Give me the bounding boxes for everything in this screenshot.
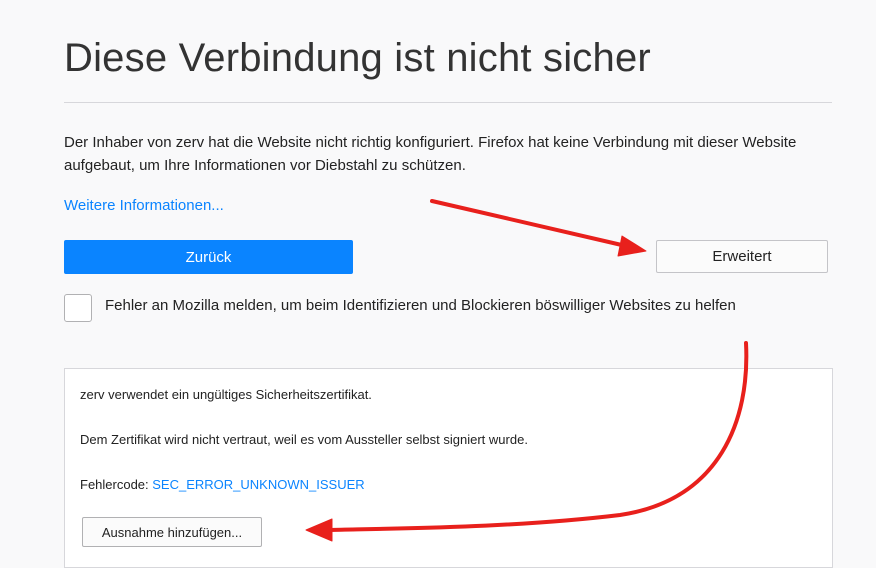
error-code-link[interactable]: SEC_ERROR_UNKNOWN_ISSUER [152, 477, 364, 492]
untrusted-cert-text: Dem Zertifikat wird nicht vertraut, weil… [80, 432, 528, 447]
advanced-button[interactable]: Erweitert [656, 240, 828, 273]
error-code-label: Fehlercode: [80, 477, 153, 492]
back-button[interactable]: Zurück [64, 240, 353, 274]
title-divider [64, 102, 832, 103]
report-error-checkbox[interactable] [64, 294, 92, 322]
error-description: Der Inhaber von zerv hat die Website nic… [64, 134, 797, 174]
page-title: Diese Verbindung ist nicht sicher [64, 36, 651, 80]
invalid-cert-text: zerv verwendet ein ungültiges Sicherheit… [80, 387, 372, 402]
error-page: Diese Verbindung ist nicht sicher Der In… [0, 0, 876, 568]
arrowhead-advanced-icon [617, 235, 647, 257]
report-error-label: Fehler an Mozilla melden, um beim Identi… [105, 297, 736, 314]
more-info-link[interactable]: Weitere Informationen... [64, 197, 224, 214]
arrow-to-advanced-button [430, 199, 628, 248]
error-code-line: Fehlercode: SEC_ERROR_UNKNOWN_ISSUER [80, 477, 365, 492]
add-exception-button[interactable]: Ausnahme hinzufügen... [82, 517, 262, 547]
advanced-panel: zerv verwendet ein ungültiges Sicherheit… [64, 368, 833, 568]
